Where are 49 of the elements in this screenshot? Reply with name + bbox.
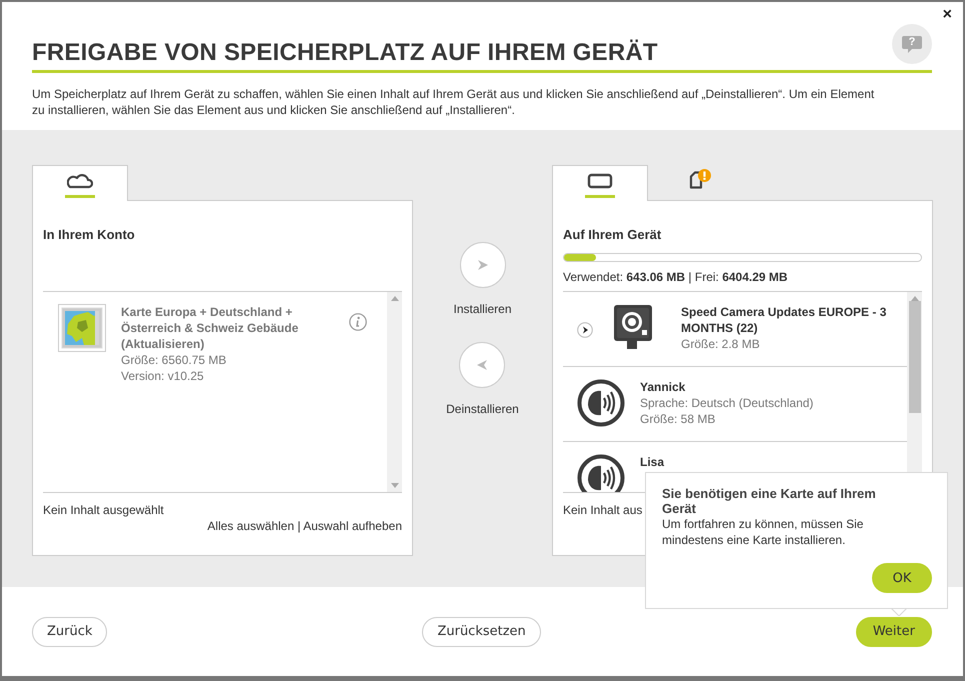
map-thumbnail [58, 304, 106, 352]
warning-icon [698, 169, 711, 182]
dialog-description: Um Speicherplatz auf Ihrem Gerät zu schaffen, wählen Sie einen Inhalt auf Ihrem Gerät aus und klicken Sie anschließend auf „Deinstallieren“. Um ein Element zu installieren, wählen Sie das Element aus und klicken Sie anschließend auf „Installieren“. [32, 86, 876, 118]
link-separator: | [296, 519, 302, 533]
speech-bubble-icon [902, 36, 922, 52]
footer-button[interactable]: Zurück [32, 616, 108, 646]
scroll-up-icon[interactable] [390, 296, 398, 301]
tooltip-text: Um fortfahren zu können, müssen Sie mindestens eine Karte installieren. [662, 516, 864, 548]
item-detail: Sprache: Deutsch (Deutschland) [640, 395, 814, 411]
deselect-link[interactable]: Auswahl aufheben [303, 519, 402, 533]
close-button[interactable]: × [940, 6, 954, 24]
device-icon [587, 173, 613, 189]
content-item[interactable]: Yannick Sprache: Deutsch (Deutschland) Größe: 58 MB [563, 367, 907, 442]
scrollbar[interactable] [387, 292, 402, 492]
speaker-voice-icon [577, 454, 625, 492]
install-button[interactable] [460, 242, 506, 288]
content-item[interactable]: Speed Camera Updates EUROPE - 3 MONTHS (22) Größe: 2.8 MB [563, 292, 907, 367]
info-icon[interactable] [349, 313, 367, 331]
question-mark: ? [908, 36, 916, 50]
item-title: Karte Europa + Deutschland + Österreich & Schweiz Gebäude (Aktualisieren) [121, 304, 300, 352]
cloud-icon [67, 173, 93, 189]
panel-tab[interactable] [552, 165, 648, 201]
scroll-down-icon[interactable] [390, 483, 398, 488]
item-detail: Größe: 2.8 MB [681, 336, 761, 352]
speaker-voice-icon [577, 379, 625, 427]
footer-button[interactable]: Weiter [856, 616, 932, 646]
panel-heading: In Ihrem Konto [43, 227, 136, 243]
item-detail: Version: v10.25 [121, 368, 205, 384]
storage-usage: Verwendet: 643.06 MB | Frei: 6404.29 MB [563, 270, 789, 284]
item-detail: Größe: 58 MB [640, 411, 716, 427]
content-item[interactable]: Karte Europa + Deutschland + Österreich & Schweiz Gebäude (Aktualisieren) Größe: 6560.75 MB Version: v10.25 [43, 292, 387, 396]
transfer-label: Deinstallieren [446, 402, 519, 416]
arrow-left-icon [477, 360, 488, 370]
select-all-link[interactable]: Alles auswählen [207, 519, 294, 533]
speed-camera-icon [613, 304, 653, 350]
memory-card-icon [689, 171, 703, 189]
transfer-label: Installieren [453, 302, 512, 316]
panel-heading: Auf Ihrem Gerät [563, 227, 662, 243]
uninstall-button[interactable] [459, 342, 506, 388]
item-title: Yannick [640, 379, 686, 395]
item-detail: Größe: 6560.75 MB [121, 352, 228, 368]
dialog-title: FREIGABE VON SPEICHERPLATZ AUF IHREM GERÄT [32, 38, 658, 67]
item-title: Lisa [640, 454, 664, 470]
panel-tab[interactable] [32, 165, 128, 201]
arrow-right-icon [478, 260, 488, 270]
expand-icon[interactable] [577, 322, 593, 338]
footer-button[interactable]: Zurücksetzen [422, 616, 541, 646]
ok-button[interactable]: OK [872, 563, 932, 593]
item-title: Speed Camera Updates EUROPE - 3 MONTHS (22) [681, 304, 888, 336]
